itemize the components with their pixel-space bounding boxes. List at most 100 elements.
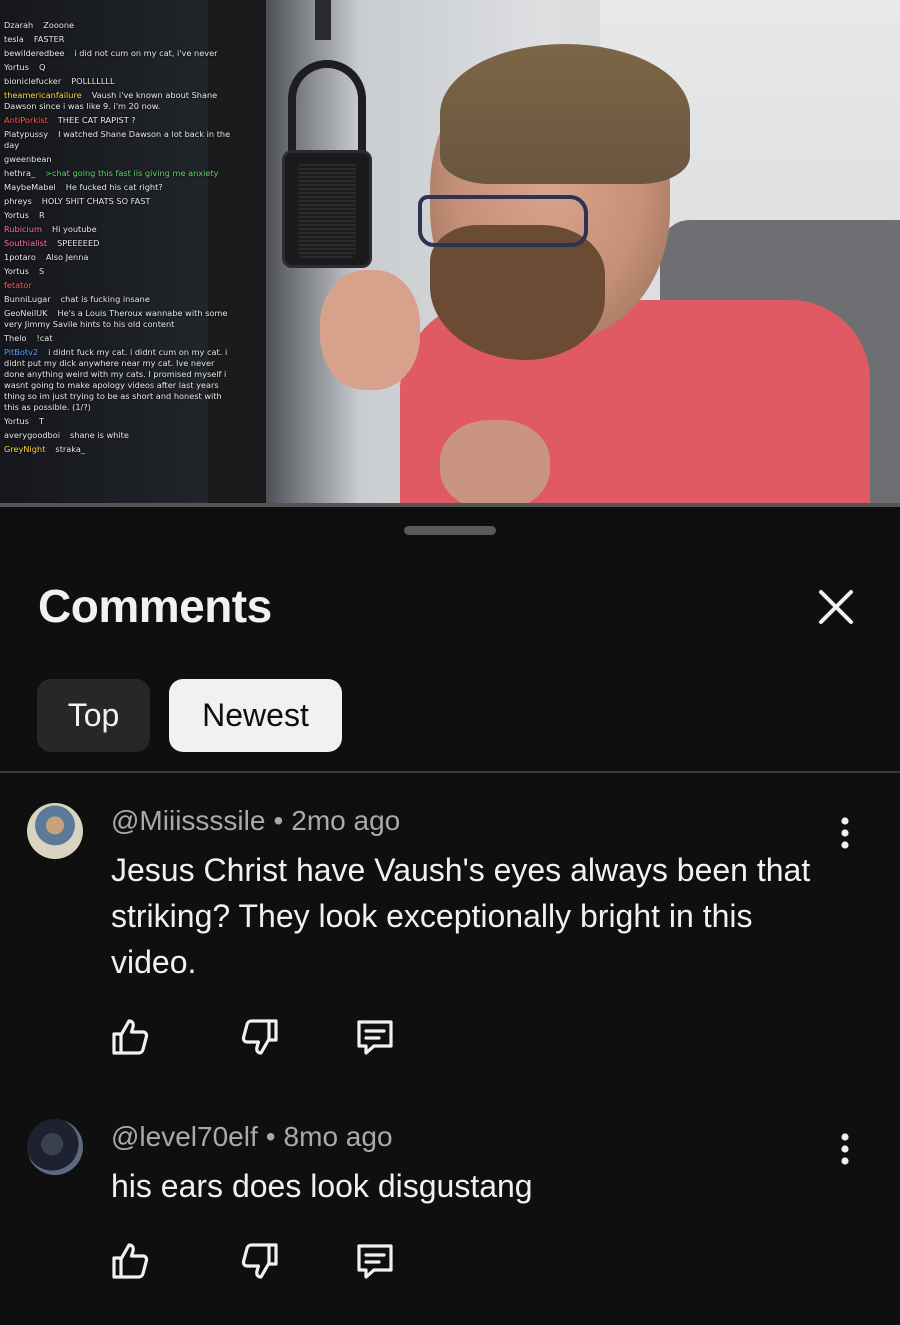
chat-text: R (38, 209, 45, 220)
chat-username: bioniclefucker (4, 75, 62, 86)
reply-icon (357, 1020, 393, 1055)
streamer-glasses (418, 195, 588, 247)
chat-username: Yortus (4, 415, 29, 426)
chat-message: Yortus T (0, 414, 240, 428)
chat-text: T (38, 415, 44, 426)
sort-chip-newest[interactable]: Newest (169, 679, 342, 752)
chat-message: averygoodboi shane is white (0, 428, 240, 442)
chat-text: chat is fucking insane (60, 293, 150, 304)
mic-shockmount (288, 60, 366, 160)
streamer-hand-lower (440, 420, 550, 507)
comment-author[interactable]: @level70elf (111, 1121, 258, 1152)
chat-username: Yortus (4, 265, 29, 276)
chat-username: Thelo (4, 332, 27, 343)
chat-username: Yortus (4, 209, 29, 220)
comment-time: 2mo ago (291, 805, 401, 836)
like-button[interactable] (108, 1239, 152, 1283)
dislike-button[interactable] (238, 1239, 282, 1283)
chat-message: Yortus R (0, 208, 240, 222)
chat-message: bioniclefucker POLLLLLLL (0, 74, 240, 88)
reply-button[interactable] (353, 1015, 397, 1059)
chat-username: gweenbean (4, 153, 52, 164)
comment-meta: @Miiissssile • 2mo ago (111, 805, 400, 837)
reply-button[interactable] (353, 1239, 397, 1283)
chat-message: bewilderedbee i did not cum on my cat, i'… (0, 46, 240, 60)
chat-text: Hi youtube (51, 223, 97, 234)
chat-username: fetator (4, 279, 32, 290)
sort-chip-top[interactable]: Top (37, 679, 150, 752)
chat-message: Yortus S (0, 264, 240, 278)
video-player[interactable]: Dzarah Zooone tesla FASTER bewilderedbee i di… (0, 0, 900, 507)
divider (0, 771, 900, 773)
thumbs-down-icon (241, 1019, 278, 1055)
chat-message: AntiPorkist THEE CAT RAPIST ? (0, 113, 240, 127)
avatar[interactable] (27, 1119, 83, 1175)
chat-message: tesla FASTER (0, 32, 240, 46)
chat-username: hethra_ (4, 167, 36, 178)
chat-username: GeoNeilUK (4, 307, 48, 318)
microphone-grill (298, 162, 356, 258)
comment-actions (108, 1015, 397, 1059)
comment-more-button[interactable] (826, 1127, 864, 1171)
thumbs-down-icon (241, 1243, 278, 1279)
chat-text: i did not cum on my cat, i've never (74, 47, 218, 58)
chat-text: S (38, 265, 45, 276)
streamer-hand (320, 270, 420, 390)
avatar[interactable] (27, 803, 83, 859)
sheet-drag-handle[interactable] (404, 526, 496, 535)
chat-username: PitBotv2 (4, 346, 39, 357)
thumbs-up-icon (112, 1243, 149, 1279)
more-vert-icon (841, 817, 849, 849)
chat-message: 1potaro Also Jenna (0, 250, 240, 264)
meta-separator: • (265, 1121, 276, 1152)
like-button[interactable] (108, 1015, 152, 1059)
chat-text: shane is white (70, 429, 129, 440)
chat-username: BunniLugar (4, 293, 51, 304)
close-icon (819, 590, 853, 624)
chat-username: phreys (4, 195, 32, 206)
comment-author[interactable]: @Miiissssile (111, 805, 265, 836)
comment-text: Jesus Christ have Vaush's eyes always be… (111, 852, 811, 980)
chat-text: SPEEEEED (57, 237, 100, 248)
chat-username: tesla (4, 33, 24, 44)
chat-text: THEE CAT RAPIST ? (57, 114, 136, 125)
chat-username: 1potaro (4, 251, 36, 262)
chat-username: Platypussy (4, 128, 49, 139)
mic-post (315, 0, 331, 40)
more-vert-icon (841, 1133, 849, 1165)
chat-username: bewilderedbee (4, 47, 65, 58)
chat-message: Dzarah Zooone (0, 18, 240, 32)
chat-username: theamericanfailure (4, 89, 82, 100)
comments-title: Comments (38, 580, 272, 632)
dislike-button[interactable] (238, 1015, 282, 1059)
reply-icon (357, 1244, 393, 1279)
stream-chat-overlay: Dzarah Zooone tesla FASTER bewilderedbee i di… (0, 18, 240, 456)
chat-username: Dzarah (4, 19, 34, 30)
chat-username: AntiPorkist (4, 114, 48, 125)
chat-text: !cat (36, 332, 53, 343)
chat-username: Southialist (4, 237, 48, 248)
comment-actions (108, 1239, 397, 1283)
chat-message: theamericanfailure Vaush i've known about… (0, 88, 240, 113)
chat-text: straka_ (55, 443, 85, 454)
chat-username: averygoodboi (4, 429, 61, 440)
chat-username: Rubicium (4, 223, 42, 234)
streamer-hair (440, 44, 690, 184)
comment-more-button[interactable] (826, 811, 864, 855)
close-button[interactable] (810, 581, 862, 633)
chat-message: MaybeMabel He fucked his cat right? (0, 180, 240, 194)
chat-message: phreys HOLY SHIT CHATS SO FAST (0, 194, 240, 208)
chat-text: HOLY SHIT CHATS SO FAST (41, 195, 151, 206)
chat-message: Southialist SPEEEEED (0, 236, 240, 250)
comments-sheet: Comments Top Newest @Miiissssile • 2mo ago… (0, 507, 900, 1325)
chat-message: PitBotv2 i didnt fuck my cat. i didnt cum… (0, 345, 240, 414)
chat-message: hethra_ >chat going this fast iis giving … (0, 166, 240, 180)
chat-text: POLLLLLLL (71, 75, 115, 86)
chat-message: BunniLugar chat is fucking insane (0, 292, 240, 306)
chat-text: >chat going this fast iis giving me anxi… (45, 167, 219, 178)
chat-username: MaybeMabel (4, 181, 56, 192)
thumbs-up-icon (112, 1019, 149, 1055)
chat-text: He fucked his cat right? (65, 181, 163, 192)
chat-message: Yortus Q (0, 60, 240, 74)
meta-separator: • (273, 805, 284, 836)
